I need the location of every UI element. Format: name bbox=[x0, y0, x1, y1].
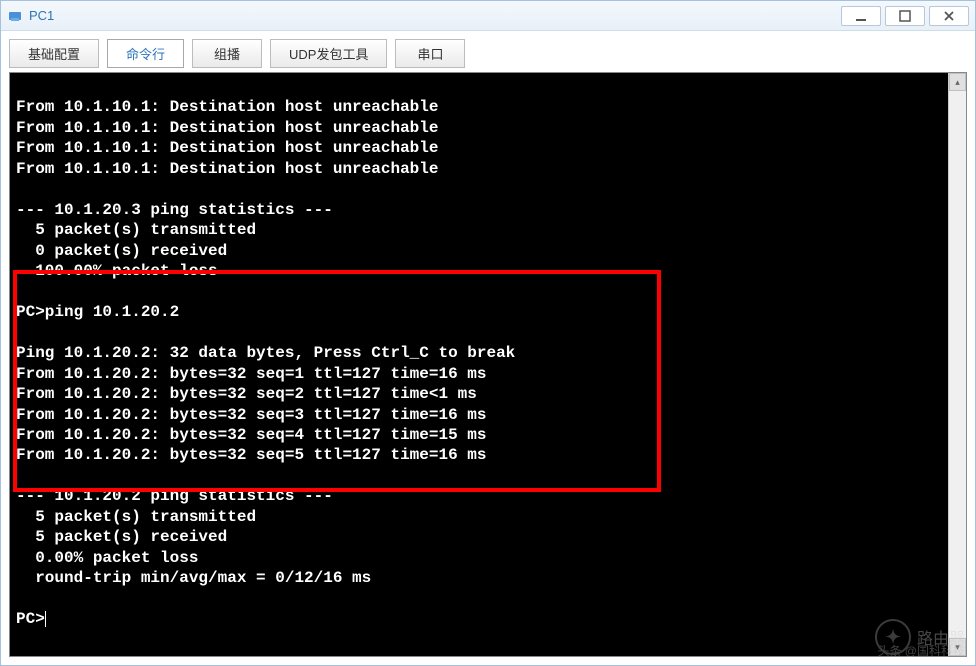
terminal-line: From 10.1.20.2: bytes=32 seq=1 ttl=127 t… bbox=[16, 365, 486, 383]
terminal-line: PC>ping 10.1.20.2 bbox=[16, 303, 179, 321]
app-icon bbox=[7, 8, 23, 24]
terminal-line: 100.00% packet loss bbox=[16, 262, 218, 280]
terminal-line: 0.00% packet loss bbox=[16, 549, 198, 567]
terminal-line: round-trip min/avg/max = 0/12/16 ms bbox=[16, 569, 371, 587]
terminal-line: From 10.1.10.1: Destination host unreach… bbox=[16, 119, 438, 137]
close-button[interactable] bbox=[929, 6, 969, 26]
tab-multicast[interactable]: 组播 bbox=[192, 39, 262, 68]
terminal-line: Ping 10.1.20.2: 32 data bytes, Press Ctr… bbox=[16, 344, 515, 362]
terminal-prompt-line[interactable]: PC> bbox=[16, 610, 46, 628]
vertical-scrollbar[interactable]: ▴ ▾ bbox=[948, 73, 966, 656]
window-title: PC1 bbox=[29, 8, 841, 23]
tab-basic-config[interactable]: 基础配置 bbox=[9, 39, 99, 68]
tab-strip: 基础配置 命令行 组播 UDP发包工具 串口 bbox=[9, 39, 967, 68]
terminal-output[interactable]: From 10.1.10.1: Destination host unreach… bbox=[10, 73, 966, 634]
window-controls bbox=[841, 6, 969, 26]
app-window: PC1 基础配置 命令行 组播 UDP发包工具 串口 From 10.1.10.… bbox=[0, 0, 976, 666]
maximize-button[interactable] bbox=[885, 6, 925, 26]
terminal-line: From 10.1.10.1: Destination host unreach… bbox=[16, 160, 438, 178]
terminal-cursor bbox=[45, 611, 46, 627]
scrollbar-track[interactable] bbox=[949, 91, 966, 638]
terminal-line: From 10.1.20.2: bytes=32 seq=2 ttl=127 t… bbox=[16, 385, 477, 403]
scroll-down-button[interactable]: ▾ bbox=[949, 638, 966, 656]
terminal-line: 5 packet(s) transmitted bbox=[16, 221, 256, 239]
tab-udp-tool[interactable]: UDP发包工具 bbox=[270, 39, 387, 68]
terminal-line: --- 10.1.20.3 ping statistics --- bbox=[16, 201, 333, 219]
terminal-line: 5 packet(s) transmitted bbox=[16, 508, 256, 526]
content-area: 基础配置 命令行 组播 UDP发包工具 串口 From 10.1.10.1: D… bbox=[1, 31, 975, 665]
terminal-panel: From 10.1.10.1: Destination host unreach… bbox=[9, 72, 967, 657]
terminal-prompt: PC> bbox=[16, 610, 45, 628]
terminal-line: --- 10.1.20.2 ping statistics --- bbox=[16, 487, 333, 505]
terminal-line: From 10.1.20.2: bytes=32 seq=4 ttl=127 t… bbox=[16, 426, 486, 444]
tab-command-line[interactable]: 命令行 bbox=[107, 39, 184, 68]
terminal-line: 0 packet(s) received bbox=[16, 242, 227, 260]
terminal-line: From 10.1.10.1: Destination host unreach… bbox=[16, 98, 438, 116]
minimize-button[interactable] bbox=[841, 6, 881, 26]
scroll-up-button[interactable]: ▴ bbox=[949, 73, 966, 91]
terminal-line: 5 packet(s) received bbox=[16, 528, 227, 546]
tab-serial[interactable]: 串口 bbox=[395, 39, 465, 68]
terminal-line: From 10.1.20.2: bytes=32 seq=5 ttl=127 t… bbox=[16, 446, 486, 464]
titlebar[interactable]: PC1 bbox=[1, 1, 975, 31]
terminal-line: From 10.1.20.2: bytes=32 seq=3 ttl=127 t… bbox=[16, 406, 486, 424]
terminal-line: From 10.1.10.1: Destination host unreach… bbox=[16, 139, 438, 157]
